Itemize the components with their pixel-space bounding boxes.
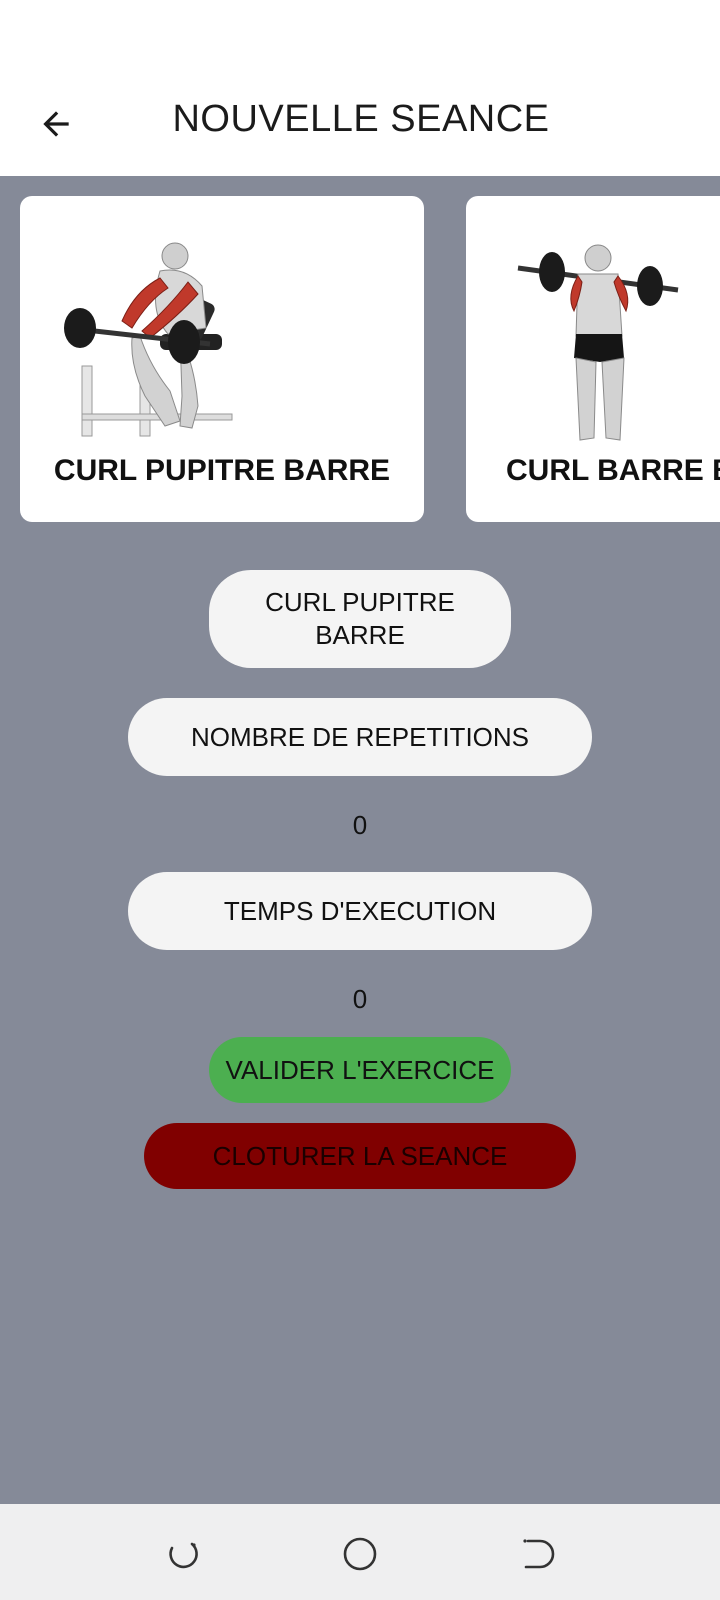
- reps-label-button[interactable]: NOMBRE DE REPETITIONS: [128, 698, 592, 776]
- reps-value: 0: [352, 810, 368, 840]
- exercise-name-display: CURL PUPITRE BARRE: [209, 570, 511, 668]
- recent-apps-button[interactable]: [164, 1534, 204, 1574]
- recent-apps-icon: [169, 1542, 198, 1569]
- exercise-card[interactable]: CURL PUPITRE BARRE: [20, 196, 424, 522]
- preacher-curl-illustration: [64, 242, 233, 437]
- close-session-button[interactable]: CLOTURER LA SEANCE: [144, 1123, 576, 1189]
- system-nav-bar: [0, 1504, 720, 1600]
- exercise-card[interactable]: CURL BARRE B: [466, 196, 720, 522]
- home-icon: [343, 1537, 377, 1571]
- time-value: 0: [352, 984, 368, 1014]
- status-bar: [0, 0, 720, 80]
- page-title: NOUVELLE SEANCE: [172, 98, 550, 140]
- exercise-carousel[interactable]: CURL PUPITRE BARRE CURL BARRE B: [0, 176, 720, 536]
- app-bar: NOUVELLE SEANCE: [0, 80, 720, 176]
- home-button[interactable]: [340, 1534, 380, 1574]
- time-label-button[interactable]: TEMPS D'EXECUTION: [128, 872, 592, 950]
- exercise-card-label: CURL BARRE B: [506, 454, 720, 487]
- system-back-button[interactable]: [516, 1534, 556, 1574]
- exercise-card-label: CURL PUPITRE BARRE: [53, 454, 391, 487]
- nav-back-icon: [523, 1539, 555, 1569]
- barbell-curl-illustration: [517, 244, 679, 441]
- validate-exercise-button[interactable]: VALIDER L'EXERCICE: [209, 1037, 511, 1103]
